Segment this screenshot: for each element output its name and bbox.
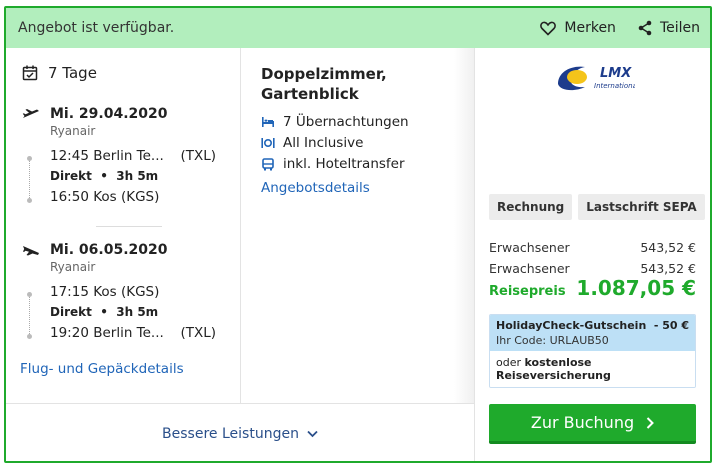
calendar-check-icon — [22, 65, 38, 81]
bed-icon — [262, 117, 274, 127]
outbound-airline: Ryanair — [50, 124, 96, 138]
plane-departure-icon — [22, 109, 39, 118]
inbound-date: Mi. 06.05.2020 — [50, 242, 168, 258]
inbound-flight-duration: 3h 5m — [116, 305, 159, 319]
inbound-arrival: 19:20 Berlin Te... — [50, 325, 164, 341]
share-label: Teilen — [659, 20, 700, 36]
inbound-timeline: 17:15 Kos (KGS) Direkt • 3h 5m 19:20 Ber… — [22, 284, 232, 346]
operator-logo: LMX International — [558, 66, 635, 91]
room-column: Doppelzimmer, Gartenblick 7 Übernachtung… — [241, 48, 474, 403]
offer-details-link[interactable]: Angebotsdetails — [261, 180, 454, 196]
voucher-code: Ihr Code: URLAUB50 — [496, 334, 609, 347]
inbound-direct: Direkt — [50, 305, 92, 319]
outbound-departure: 12:45 Berlin Te... — [50, 148, 164, 164]
payment-badge: Lastschrift SEPA — [578, 194, 705, 220]
voucher-title: HolidayCheck-Gutschein — [496, 319, 647, 332]
room-name-line1: Doppelzimmer, — [261, 65, 387, 83]
flight-column: 7 Tage Mi. 29.04.2020 Ryanair 12:45 Berl… — [6, 48, 240, 403]
share-button[interactable]: Teilen — [638, 20, 700, 36]
outbound-timeline: 12:45 Berlin Te... (TXL) Direkt • 3h 5m 1… — [22, 148, 232, 210]
chevron-right-icon — [646, 416, 655, 429]
duration-label: 7 Tage — [48, 64, 97, 82]
booking-button-label: Zur Buchung — [530, 413, 635, 432]
trip-duration: 7 Tage — [22, 64, 97, 82]
flight-details-link[interactable]: Flug- und Gepäckdetails — [20, 361, 184, 377]
bus-icon — [262, 157, 274, 170]
room-name: Doppelzimmer, Gartenblick — [261, 64, 454, 104]
share-icon — [638, 20, 652, 36]
booking-button[interactable]: Zur Buchung — [489, 404, 696, 444]
voucher-box: HolidayCheck-Gutschein - 50 € Ihr Code: … — [489, 314, 696, 388]
better-services-toggle[interactable]: Bessere Leistungen — [6, 404, 474, 461]
inbound-departure: 17:15 Kos (KGS) — [50, 284, 160, 300]
feature-board: All Inclusive — [261, 134, 454, 152]
price-row-adult: Erwachsener 543,52 € — [489, 261, 696, 276]
total-price-amount: 1.087,05 € — [576, 276, 696, 300]
logo-subtext: International — [594, 82, 635, 90]
total-price-label: Reisepreis — [489, 284, 566, 299]
free-insurance-note: oder kostenlose Reiseversicherung — [490, 351, 695, 387]
inbound-airline: Ryanair — [50, 260, 96, 274]
better-services-label: Bessere Leistungen — [162, 426, 299, 442]
outbound-direct: Direkt — [50, 169, 92, 183]
price-row-adult: Erwachsener 543,52 € — [489, 240, 696, 255]
outbound-flight: Mi. 29.04.2020 Ryanair 12:45 Berlin Te..… — [22, 106, 232, 210]
payment-methods: Rechnung Lastschrift SEPA — [489, 194, 705, 220]
payment-badge: Rechnung — [489, 194, 573, 220]
plane-arrival-icon — [23, 246, 39, 256]
availability-banner: Angebot ist verfügbar. Merken Teilen — [6, 8, 710, 48]
chevron-down-icon — [307, 430, 318, 438]
outbound-date: Mi. 29.04.2020 — [50, 106, 168, 122]
outbound-flight-duration: 3h 5m — [116, 169, 159, 183]
total-price: Reisepreis 1.087,05 € — [489, 276, 696, 300]
inbound-arrival-code: (TXL) — [180, 325, 216, 341]
card-actions: Merken Teilen — [540, 20, 700, 36]
offer-card: Angebot ist verfügbar. Merken Teilen 7 T… — [4, 6, 712, 463]
save-button[interactable]: Merken — [540, 20, 616, 36]
inbound-flight: Mi. 06.05.2020 Ryanair 17:15 Kos (KGS) D… — [22, 242, 232, 346]
room-features: 7 Übernachtungen All Inclusive inkl. Hot… — [261, 113, 454, 173]
room-name-line2: Gartenblick — [261, 85, 359, 103]
outbound-departure-code: (TXL) — [180, 148, 216, 164]
price-column: LMX International Rechnung Lastschrift S… — [475, 48, 710, 461]
feature-transfer: inkl. Hoteltransfer — [261, 155, 454, 173]
outbound-arrival: 16:50 Kos (KGS) — [50, 189, 160, 205]
heart-icon — [540, 21, 557, 36]
availability-text: Angebot ist verfügbar. — [18, 20, 175, 36]
save-label: Merken — [564, 20, 616, 36]
cutlery-icon — [261, 138, 275, 148]
voucher-discount: - 50 € — [653, 319, 689, 332]
logo-text: LMX — [600, 66, 632, 81]
feature-nights: 7 Übernachtungen — [261, 113, 454, 131]
flight-separator — [96, 226, 162, 227]
